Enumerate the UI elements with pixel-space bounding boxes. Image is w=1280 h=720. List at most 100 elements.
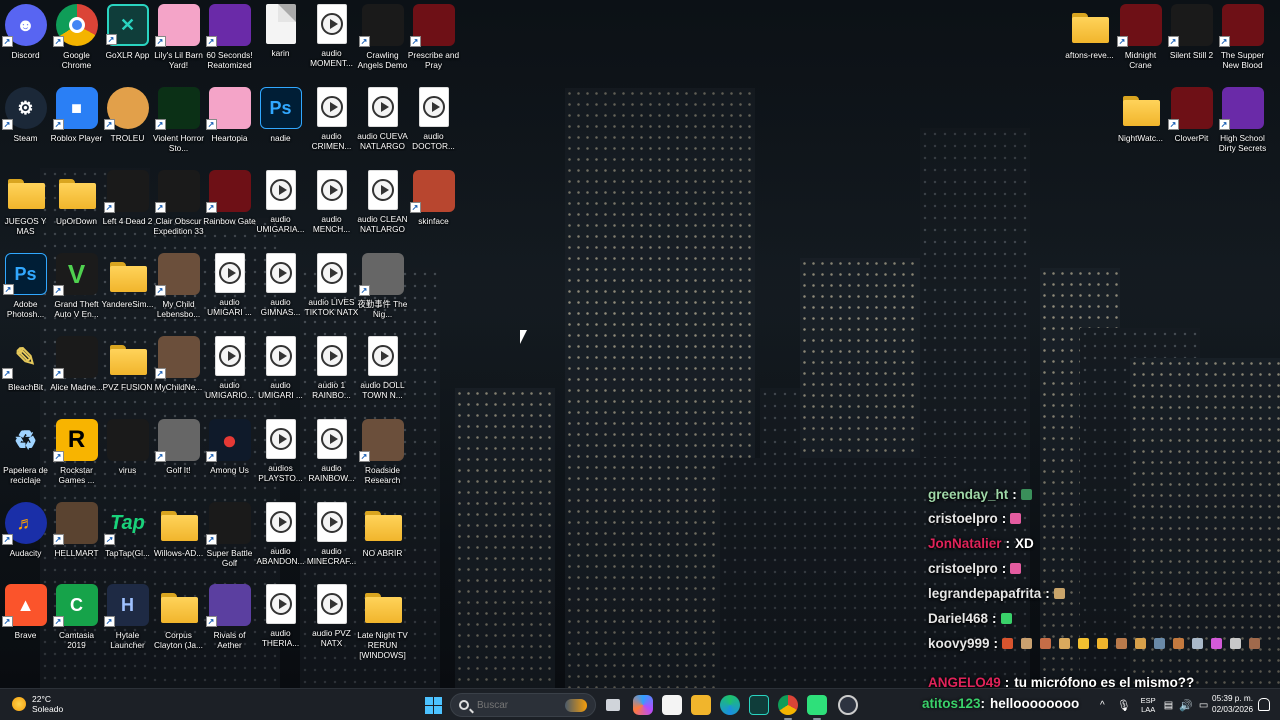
desktop-icon[interactable]: audio UMIGARIO... [204,336,255,416]
desktop-icon[interactable]: ✕ ↗ GoXLR App [102,4,153,84]
desktop-icon[interactable]: ↗ Roadside Research [357,419,408,499]
desktop-icon[interactable]: ▲ ↗ Brave [0,584,51,664]
desktop-icon[interactable]: Ps nadie [255,87,306,167]
desktop-icon[interactable]: ↗ CloverPit [1166,87,1217,167]
search-input[interactable] [477,699,557,711]
desktop-icon[interactable]: NightWatc... [1115,87,1166,167]
game-icon: ↗ [205,170,251,213]
weather-widget[interactable]: 22°C Soleado [12,694,63,714]
desktop-icon[interactable]: JUEGOS Y MAS [0,170,51,250]
desktop-icon[interactable]: ☻ ↗ Discord [0,4,51,84]
desktop-icon[interactable]: audio THERIA... [255,584,306,664]
desktop-icon[interactable]: ↗ Silent Still 2 [1166,4,1217,84]
desktop-icon[interactable]: audio 1 RAINBO... [306,336,357,416]
chrome-taskbar-icon[interactable] [778,695,798,720]
language-indicator[interactable]: ESP LAA [1141,696,1156,714]
desktop-icon[interactable]: ♻ Papelera de reciclaje [0,419,51,499]
microsoft-store-icon[interactable] [662,695,682,715]
desktop-icon[interactable]: ↗ Clair Obscur Expedition 33 [153,170,204,250]
audio-file-icon [265,253,296,293]
taskbar-search[interactable] [450,693,596,717]
desktop-icon[interactable]: ⚙ ↗ Steam [0,87,51,167]
network-icon[interactable]: ▤ [1164,700,1173,711]
desktop-icon[interactable]: ↗ Rainbow Gate [203,170,256,250]
desktop-icon[interactable]: aftons-reve... [1064,4,1115,84]
desktop-icon[interactable]: ↗ High School Dirty Secrets [1217,87,1268,167]
desktop-icon[interactable]: audio MOMENT... [306,4,357,84]
desktop-icon[interactable]: audio DOLL TOWN N... [357,336,408,416]
desktop-icon[interactable]: Late Night TV RERUN [WINDOWS] [357,584,408,664]
desktop-icon[interactable]: audio UMIGARI ... [255,336,306,416]
desktop-icon[interactable]: ↗ HELLMART [51,502,102,582]
desktop-icon[interactable]: ↗ Heartopia [204,87,255,167]
desktop-icon[interactable]: ✎ ↗ BleachBit [0,336,51,416]
desktop-icon[interactable]: audio CLEAN NATLARGO [357,170,408,250]
desktop-icon[interactable]: ↗ My Child Lebensbo... [153,253,204,333]
notification-bell-icon[interactable] [1258,698,1270,711]
desktop-icon[interactable]: ■ ↗ Roblox Player [51,87,102,167]
start-button[interactable] [425,697,442,714]
desktop-icon[interactable]: ↗ Rivals of Aether [204,584,255,664]
desktop-icon[interactable]: ↗ Midnight Crane [1115,4,1166,84]
desktop-icon[interactable]: audio MINECRAF... [306,502,357,582]
desktop-icon[interactable]: C ↗ Camtasia 2019 [51,584,102,664]
desktop-icon[interactable]: audio GIMNAS... [255,253,306,333]
desktop-icon[interactable]: audio RAINBOW... [306,419,357,499]
desktop-icon[interactable]: ↗ Left 4 Dead 2 [102,170,153,250]
copilot-icon[interactable] [633,695,653,715]
desktop-icon[interactable]: ↗ Crawling Angels Demo [357,4,408,84]
desktop-icon[interactable]: audio PVZ NATX [306,584,357,664]
desktop-icon[interactable]: R ↗ Rockstar Games ... [51,419,102,499]
file-explorer-icon[interactable] [691,695,711,715]
chevron-up-icon[interactable]: ^ [1100,700,1105,711]
capture-app-taskbar-icon[interactable] [838,695,858,715]
desktop-icon[interactable]: ↗ The Supper New Blood [1217,4,1268,84]
desktop-icon[interactable]: ↗ Alice Madne... [50,336,103,416]
desktop-icon[interactable]: ↗ Violent Horror Sto... [153,87,204,167]
desktop-icon[interactable]: ↗ 夜勤事件 The Nig... [357,253,408,333]
clock[interactable]: 05:39 p. m. 02/03/2026 [1205,693,1253,715]
desktop-icon-label: audio LIVES TIKTOK NATX [304,297,359,317]
desktop-icon[interactable]: Willows-AD... [153,502,204,582]
desktop-icon[interactable]: ↗ Google Chrome [51,4,102,84]
microphone-icon[interactable]: 🎙 [1117,699,1131,712]
desktop-icon[interactable]: YandereSim... [102,253,153,333]
desktop-icon[interactable]: ↗ Prescribe and Pray [408,4,459,84]
volume-icon[interactable]: 🔊 [1179,699,1193,712]
desktop-icon[interactable]: PVZ FUSION [102,336,153,416]
game-icon: ↗ [358,419,404,462]
desktop-icon[interactable]: ● ↗ Among Us [204,419,255,499]
desktop-icon[interactable]: ↗ 60 Seconds! Reatomized [204,4,255,84]
desktop-icon[interactable]: ↗ TROLEU [102,87,153,167]
desktop-icon[interactable]: Tap ↗ TapTap(Gl... [102,502,153,582]
task-view-button[interactable] [606,699,620,711]
desktop-icon[interactable]: audio DOCTOR... [408,87,459,167]
desktop-icon[interactable]: audios PLAYSTO... [255,419,306,499]
desktop-icon[interactable]: ↗ Super Battle Golf [204,502,255,582]
desktop-icon[interactable]: karin [255,4,306,84]
desktop-icon[interactable]: ↗ Lily's Lil Barn Yard! [153,4,204,84]
desktop-icon[interactable]: audio ABANDON... [255,502,306,582]
desktop-icon[interactable]: ↗ MyChildNe... [153,336,204,416]
desktop-icon[interactable]: ↗ Golf It! [153,419,204,499]
desktop-icon[interactable]: audio CRIMEN... [306,87,357,167]
desktop-icon[interactable]: UpOrDown [51,170,102,250]
desktop-icon[interactable]: audio LIVES TIKTOK NATX [304,253,359,333]
desktop-icon[interactable]: NO ABRIR [357,502,408,582]
streamlabs-taskbar-icon[interactable] [807,695,827,720]
desktop-icon[interactable]: audio CUEVA NATLARGO [357,87,408,167]
desktop-icon[interactable]: ↗ skinface [408,170,459,250]
desktop-icon[interactable]: ♬ ↗ Audacity [0,502,51,582]
desktop-icon[interactable]: audio UMIGARI ... [204,253,255,333]
desktop-icon[interactable]: audio UMIGARIA... [255,170,306,250]
desktop-icon[interactable]: H ↗ Hytale Launcher [102,584,153,664]
desktop-icon[interactable]: virus [102,419,153,499]
desktop-icon[interactable]: audio MENCH... [306,170,357,250]
desktop-icon[interactable]: V ↗ Grand Theft Auto V En... [51,253,102,333]
edge-icon[interactable] [720,695,740,715]
game-icon: ↗ [154,419,200,462]
desktop-icon[interactable]: Corpus Clayton (Ja... [153,584,204,664]
desktop-icon[interactable]: Ps ↗ Adobe Photosh... [0,253,51,333]
goxlr-taskbar-icon[interactable] [749,695,769,715]
desktop-icon-label: Willows-AD... [153,548,204,558]
